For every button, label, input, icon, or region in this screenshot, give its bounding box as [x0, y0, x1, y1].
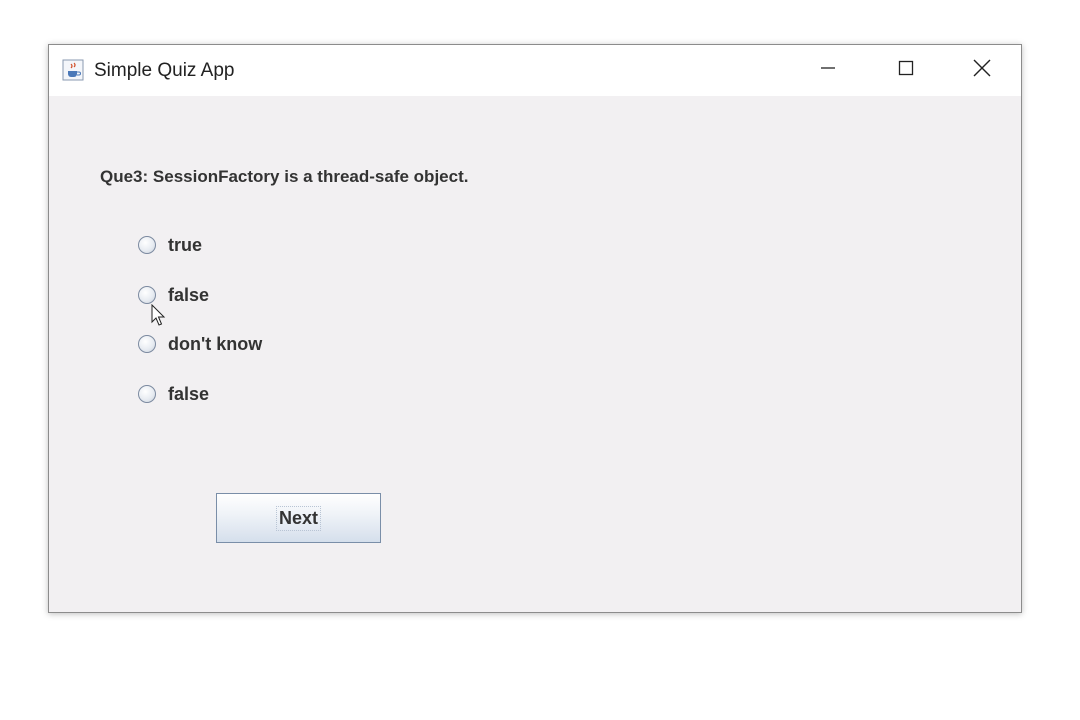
- option-false-2[interactable]: false: [138, 382, 209, 406]
- option-label: false: [168, 284, 210, 305]
- next-button[interactable]: Next: [216, 493, 381, 543]
- question-label: Que3: SessionFactory is a thread-safe ob…: [100, 167, 469, 186]
- minimize-button[interactable]: [789, 45, 867, 96]
- close-icon: [973, 59, 991, 82]
- title-bar[interactable]: Simple Quiz App: [49, 45, 1021, 96]
- option-dont-know[interactable]: don't know: [138, 332, 262, 356]
- option-true[interactable]: true: [138, 233, 202, 257]
- window-title: Simple Quiz App: [94, 60, 235, 81]
- option-label: true: [168, 234, 203, 255]
- radio-button[interactable]: [138, 335, 156, 353]
- maximize-icon: [898, 60, 914, 81]
- minimize-icon: [820, 60, 836, 81]
- close-button[interactable]: [943, 45, 1021, 96]
- option-label: don't know: [168, 333, 263, 354]
- maximize-button[interactable]: [867, 45, 945, 96]
- option-label: false: [168, 383, 210, 404]
- next-button-label: Next: [275, 505, 321, 531]
- option-false[interactable]: false: [138, 283, 209, 307]
- java-cup-icon: [62, 59, 84, 81]
- radio-button[interactable]: [138, 286, 156, 304]
- quiz-window: Simple Quiz App Que3: SessionFactory is …: [48, 44, 1022, 613]
- radio-button[interactable]: [138, 385, 156, 403]
- mouse-pointer-icon: [151, 303, 167, 328]
- radio-button[interactable]: [138, 236, 156, 254]
